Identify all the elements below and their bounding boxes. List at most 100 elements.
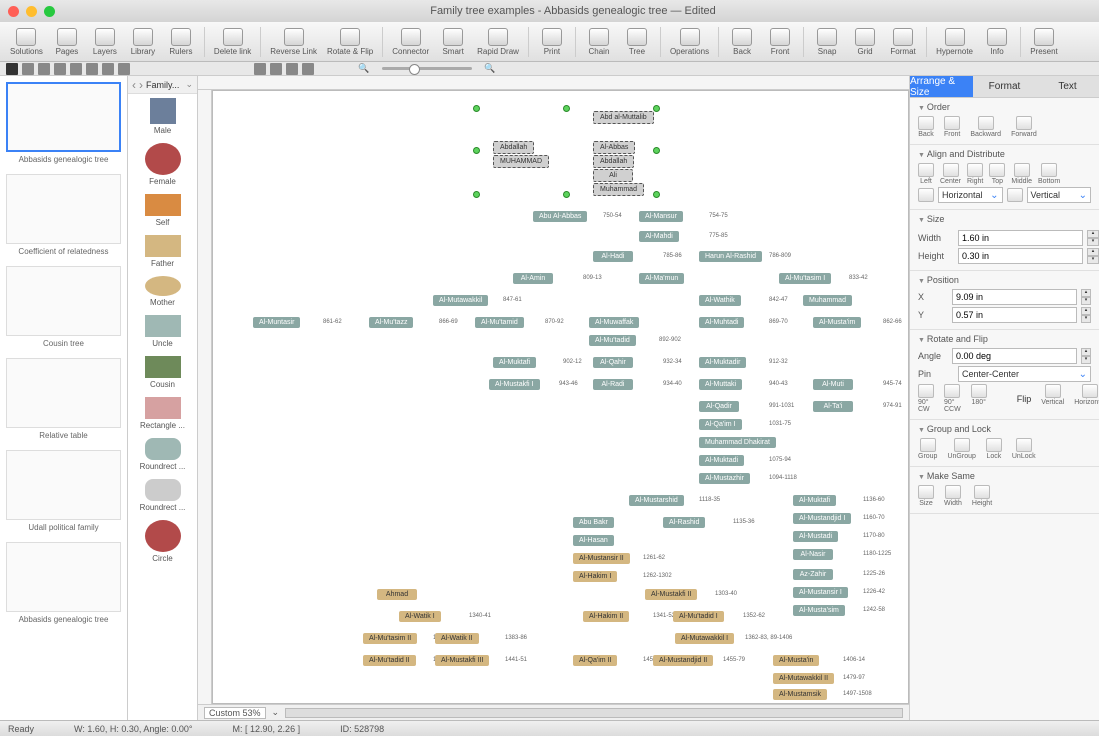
h-scrollbar[interactable] (285, 708, 903, 718)
tree-node[interactable]: Al-Mustakfi I (489, 379, 540, 390)
toolbar-layers[interactable]: Layers (87, 24, 123, 60)
tree-node[interactable]: Al-Mu'tamid (475, 317, 524, 328)
toolbar-rotate-flip[interactable]: Rotate & Flip (323, 24, 377, 60)
toolbar-rulers[interactable]: Rulers (163, 24, 199, 60)
tab-text[interactable]: Text (1036, 76, 1099, 98)
center-button[interactable]: Center (940, 163, 961, 185)
tree-node[interactable]: Al-Mustakfi III (435, 655, 489, 666)
tree-node[interactable]: Al-Qa'im II (573, 655, 617, 666)
zoom-tool-icon[interactable] (270, 63, 282, 75)
dist-h-button[interactable] (918, 188, 934, 203)
pen-tool-icon[interactable] (102, 63, 114, 75)
shape-roundrect[interactable]: Roundrect ... (128, 434, 197, 475)
tree-node[interactable]: Abdallah (493, 141, 534, 154)
bottom-button[interactable]: Bottom (1038, 163, 1060, 185)
width-input[interactable] (958, 230, 1083, 246)
top-button[interactable]: Top (989, 163, 1005, 185)
shape-female[interactable]: Female (128, 139, 197, 190)
tree-node[interactable]: Abdallah (593, 155, 634, 168)
unlock-button[interactable]: UnLock (1012, 438, 1036, 460)
page-thumb[interactable]: Abbasids genealogic tree (6, 542, 121, 624)
selection-handle[interactable] (473, 191, 480, 198)
toolbar-chain[interactable]: Chain (581, 24, 617, 60)
tree-node[interactable]: Al-Rashid (663, 517, 705, 528)
backward-button[interactable]: Backward (970, 116, 1001, 138)
shape-self[interactable]: Self (128, 190, 197, 231)
tree-node[interactable]: Al-Amin (513, 273, 553, 284)
shape-mother[interactable]: Mother (128, 272, 197, 311)
fwd-nav-icon[interactable]: › (139, 78, 143, 92)
front-button[interactable]: Front (944, 116, 960, 138)
tree-node[interactable]: Al-Musta'sim (793, 605, 845, 616)
zoom-minus-icon[interactable]: 🔍 (358, 63, 370, 75)
page-thumb[interactable]: Abbasids genealogic tree (6, 82, 121, 164)
tree-node[interactable]: Al-Muktadi (699, 455, 744, 466)
tree-node[interactable]: Harun Al-Rashid (699, 251, 762, 262)
shape-uncle[interactable]: Uncle (128, 311, 197, 352)
eyedrop-icon[interactable] (302, 63, 314, 75)
line-tool-icon[interactable] (70, 63, 82, 75)
tree-node[interactable]: Al-Muttaki (699, 379, 742, 390)
horizontal-select[interactable]: Horizontal (938, 187, 1003, 203)
tree-node[interactable]: Al-Abbas (593, 141, 635, 154)
selection-handle[interactable] (473, 105, 480, 112)
rect-tool-icon[interactable] (38, 63, 50, 75)
tree-node[interactable]: Al-Qa'im I (699, 419, 742, 430)
hand-tool-icon[interactable] (118, 63, 130, 75)
tree-node[interactable]: Al-Mu'tasim II (363, 633, 417, 644)
toolbar-operations[interactable]: Operations (666, 24, 713, 60)
y-stepper[interactable]: ▴▾ (1081, 307, 1091, 323)
selection-handle[interactable] (653, 191, 660, 198)
toolbar-tree[interactable]: Tree (619, 24, 655, 60)
shape-male[interactable]: Male (128, 94, 197, 139)
zoom-plus-icon[interactable]: 🔍 (484, 63, 496, 75)
selection-handle[interactable] (653, 105, 660, 112)
zoom-slider[interactable] (382, 67, 472, 70)
angle-input[interactable] (952, 348, 1077, 364)
toolbar-smart[interactable]: Smart (435, 24, 471, 60)
tree-node[interactable]: Al-Mutawakkil II (773, 673, 834, 684)
tree-node[interactable]: Al-Mustamsik (773, 689, 827, 700)
tree-node[interactable]: Al-Mustandjid I (793, 513, 851, 524)
shape-cousin[interactable]: Cousin (128, 352, 197, 393)
tab-arrange[interactable]: Arrange & Size (910, 76, 973, 98)
pin-select[interactable]: Center-Center (958, 366, 1091, 382)
tree-node[interactable]: Abd al-Muttalib (593, 111, 654, 124)
tree-node[interactable]: Al-Wathik (699, 295, 741, 306)
lock-button[interactable]: Lock (986, 438, 1002, 460)
tree-node[interactable]: Al-Muktafi (493, 357, 536, 368)
tree-node[interactable]: Al-Hakim II (583, 611, 629, 622)
tree-node[interactable]: Muhammad Dhakirat (699, 437, 776, 448)
zoom-out-icon[interactable] (254, 63, 266, 75)
shape-father[interactable]: Father (128, 231, 197, 272)
middle-button[interactable]: Middle (1011, 163, 1032, 185)
tree-node[interactable]: Al-Qadir (699, 401, 739, 412)
tree-node[interactable]: Al-Ta'i (813, 401, 853, 412)
toolbar-solutions[interactable]: Solutions (6, 24, 47, 60)
tree-node[interactable]: Al-Mutawakkil I (675, 633, 734, 644)
page-thumb[interactable]: Cousin tree (6, 266, 121, 348)
tree-node[interactable]: Al-Ma'mun (639, 273, 684, 284)
tree-node[interactable]: Muhammad (803, 295, 852, 306)
tree-node[interactable]: Al-Musta'in (773, 655, 819, 666)
height-button[interactable]: Height (972, 485, 992, 507)
tab-format[interactable]: Format (973, 76, 1036, 98)
zoom-select[interactable]: Custom 53% (204, 707, 266, 719)
toolbar-print[interactable]: Print (534, 24, 570, 60)
page-thumb[interactable]: Udall political family (6, 450, 121, 532)
selection-handle[interactable] (653, 147, 660, 154)
tree-node[interactable]: Al-Mu'tasim I (779, 273, 831, 284)
toolbar-rapid-draw[interactable]: Rapid Draw (473, 24, 523, 60)
flip-vertical-button[interactable]: Vertical (1041, 384, 1064, 413)
right-button[interactable]: Right (967, 163, 983, 185)
toolbar-delete-link[interactable]: Delete link (210, 24, 255, 60)
toolbar-snap[interactable]: Snap (809, 24, 845, 60)
group-button[interactable]: Group (918, 438, 937, 460)
tree-node[interactable]: Al-Mu'tadid II (363, 655, 416, 666)
tree-node[interactable]: Al-Muktadir (699, 357, 746, 368)
toolbar-front[interactable]: Front (762, 24, 798, 60)
zoom-icon[interactable] (44, 6, 55, 17)
toolbar-grid[interactable]: Grid (847, 24, 883, 60)
back-nav-icon[interactable]: ‹ (132, 78, 136, 92)
tree-node[interactable]: Al-Musta'im (813, 317, 861, 328)
